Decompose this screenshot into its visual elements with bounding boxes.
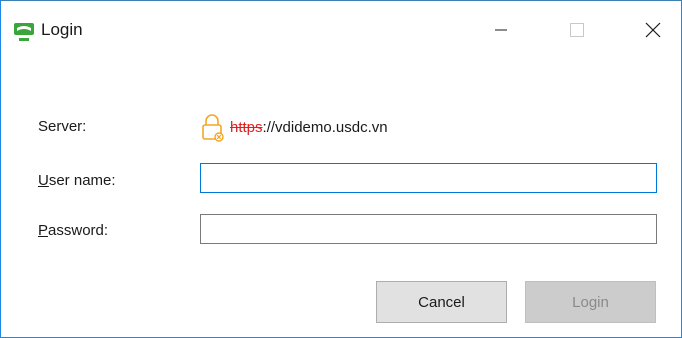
window-title: Login: [41, 20, 83, 39]
minimize-button[interactable]: [478, 1, 524, 59]
maximize-icon: [570, 23, 584, 37]
username-input[interactable]: [200, 163, 657, 193]
server-url: https://vdidemo.usdc.vn: [230, 119, 388, 136]
server-label: Server:: [38, 118, 87, 135]
server-url-rest: ://vdidemo.usdc.vn: [262, 118, 388, 136]
server-url-scheme: https: [230, 118, 263, 136]
cancel-button[interactable]: Cancel: [376, 281, 507, 323]
maximize-button[interactable]: [554, 1, 600, 59]
insecure-lock-icon: [202, 114, 224, 142]
username-label-rest: ser name:: [48, 172, 116, 189]
server-value: https://vdidemo.usdc.vn: [200, 112, 388, 142]
close-button[interactable]: [630, 1, 676, 59]
password-label-access-key: P: [38, 222, 49, 239]
minimize-icon: [495, 29, 507, 31]
close-icon: [645, 22, 661, 38]
title-bar[interactable]: Login: [1, 1, 681, 59]
login-button[interactable]: Login: [525, 281, 656, 323]
password-input[interactable]: [200, 214, 657, 244]
password-label: Password:: [38, 222, 108, 239]
username-label-access-key: U: [38, 172, 49, 189]
login-window: Login Server: https://vdidemo.usdc.vn Us…: [0, 0, 682, 338]
password-label-rest: assword:: [48, 222, 109, 239]
app-monitor-icon: [14, 23, 34, 41]
username-label: User name:: [38, 172, 116, 189]
